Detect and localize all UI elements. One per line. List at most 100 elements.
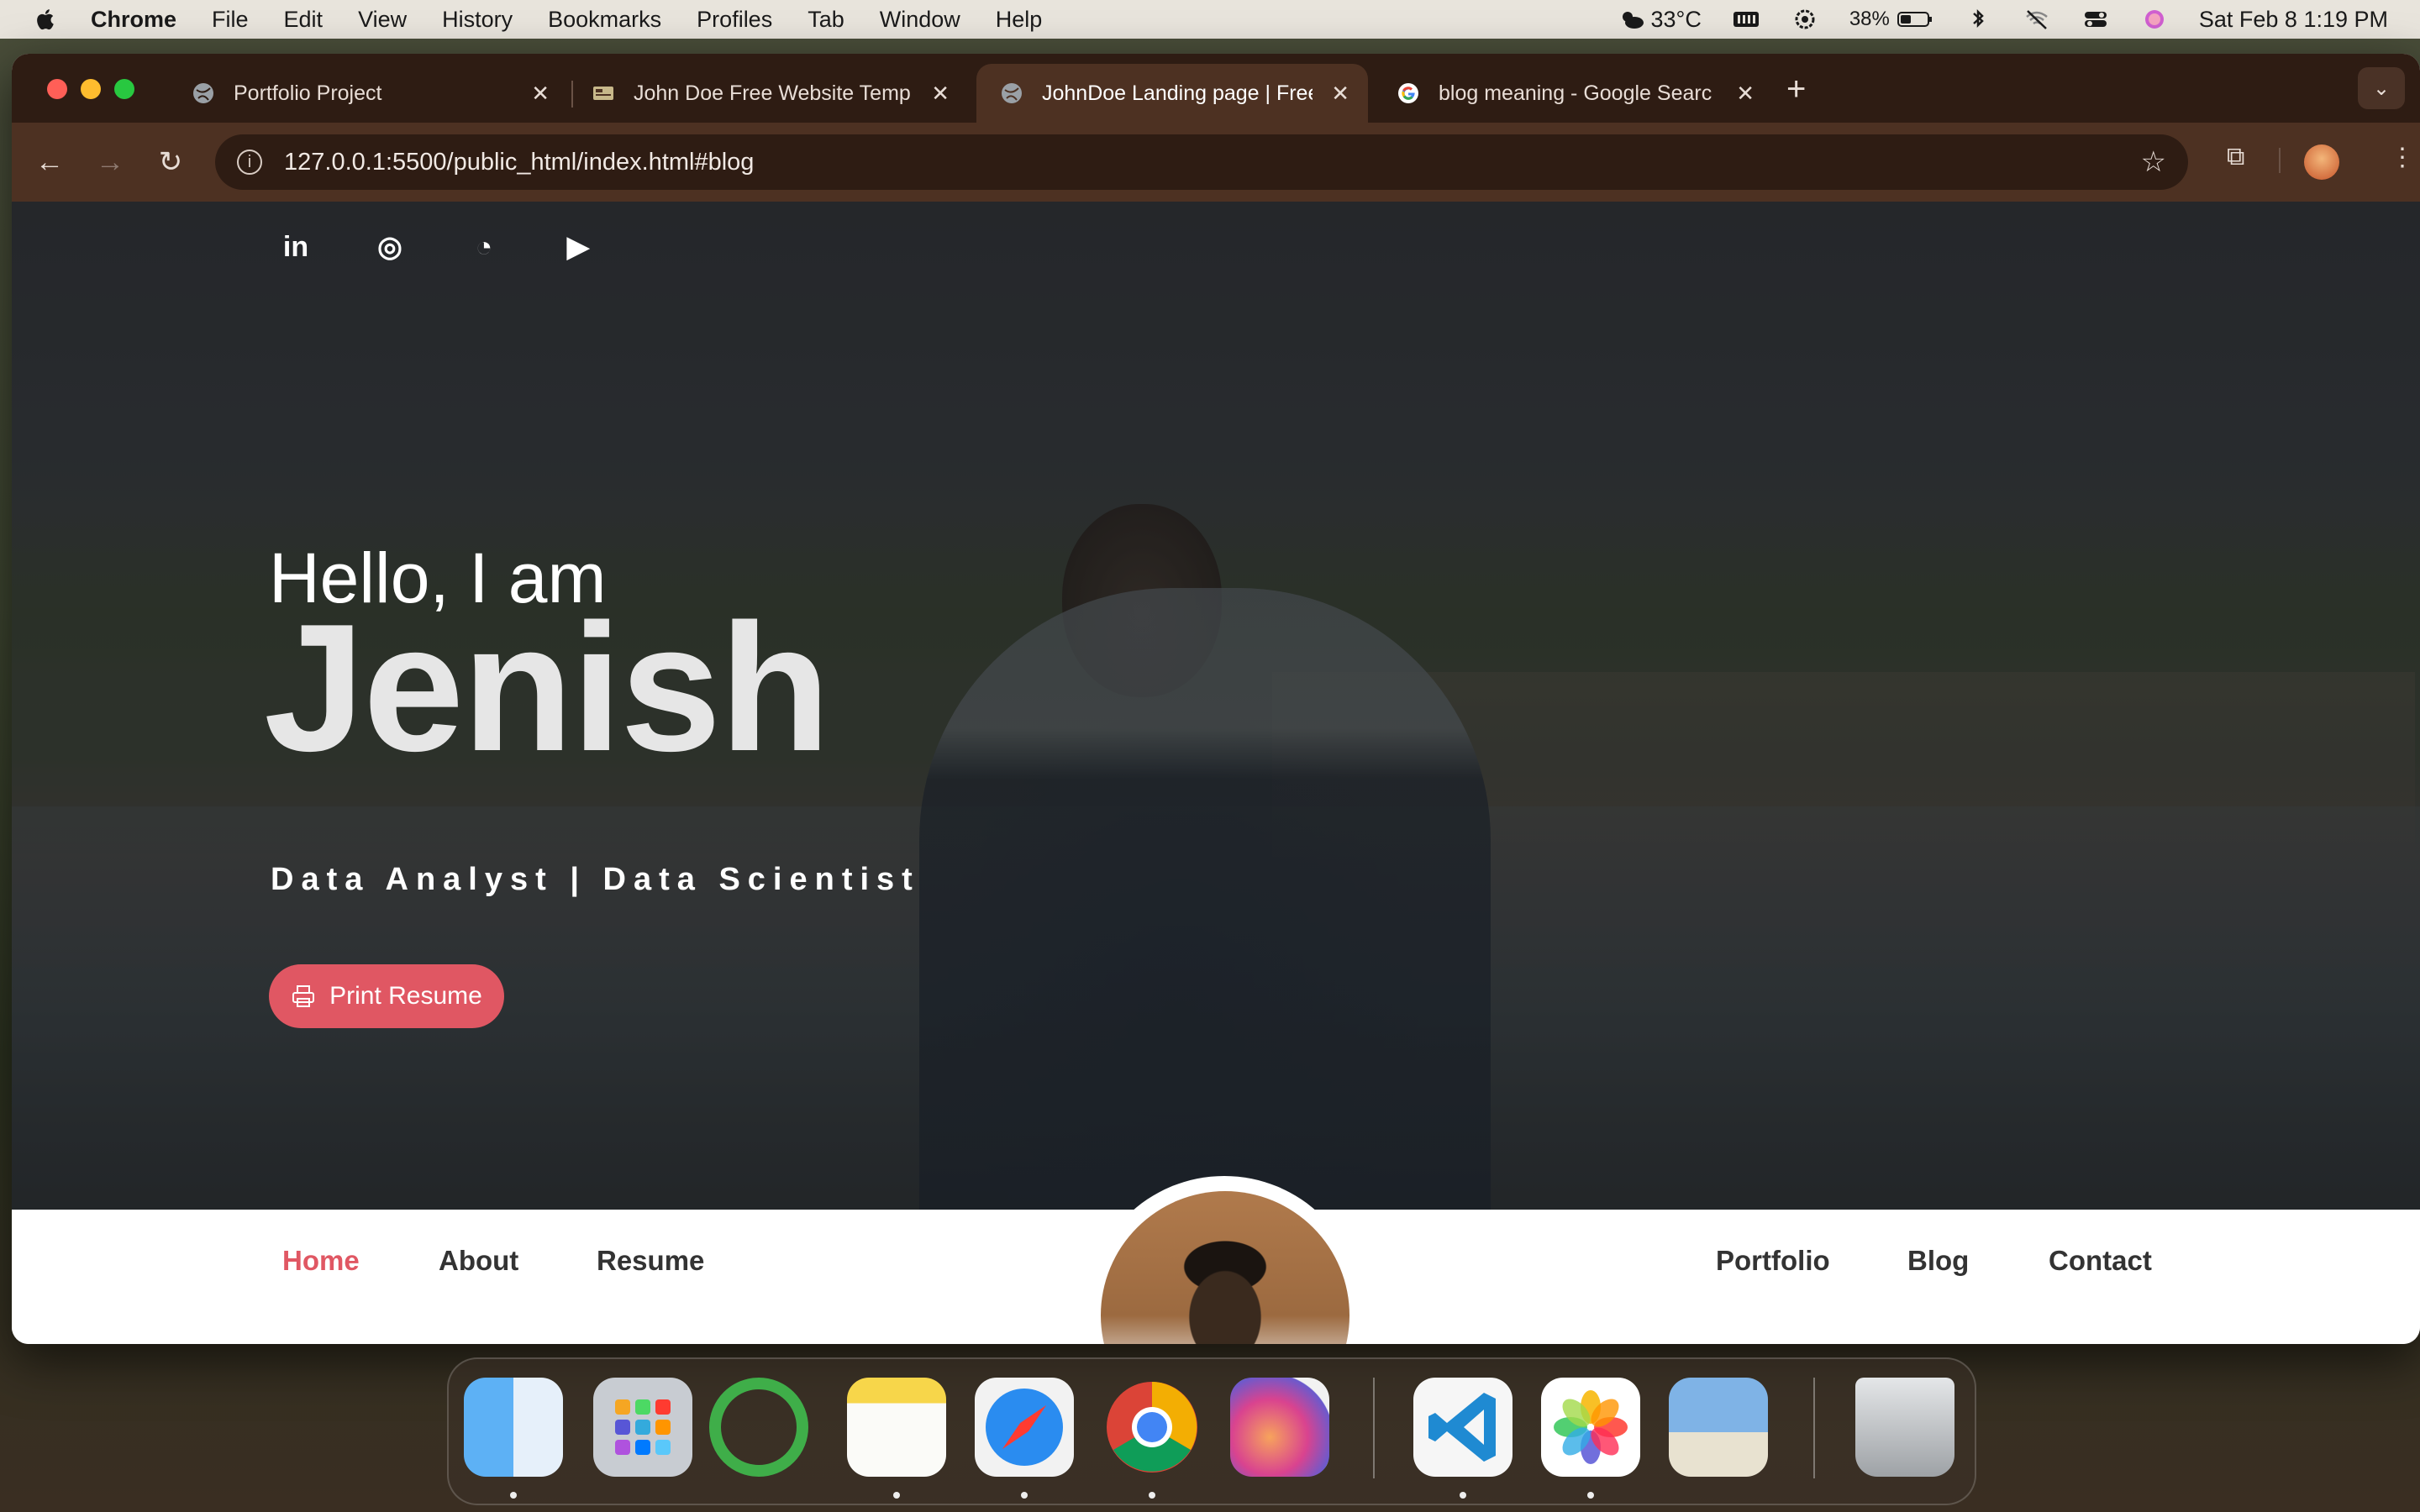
tab-title: Portfolio Project <box>234 81 382 105</box>
hero-section: in ◎ ◔ ▶ Hello, I am Jenish Data Analyst… <box>12 202 2420 1226</box>
globe-icon <box>1002 83 1022 103</box>
linkedin-icon[interactable]: in <box>279 230 313 264</box>
chrome-icon[interactable] <box>1102 1378 1202 1477</box>
extensions-icon[interactable]: ⧉ <box>2227 143 2244 171</box>
close-window-button[interactable] <box>47 79 67 99</box>
running-indicator <box>1149 1492 1155 1499</box>
dock-divider <box>1813 1378 1815 1478</box>
menu-view[interactable]: View <box>358 7 407 33</box>
browser-toolbar: ← → ↻ i 127.0.0.1:5500/public_html/index… <box>12 123 2420 202</box>
tab-john-doe-template[interactable]: John Doe Free Website Templ ✕ <box>568 64 968 123</box>
back-button[interactable]: ← <box>30 143 69 181</box>
running-indicator <box>1460 1492 1466 1499</box>
control-center-icon[interactable] <box>2081 8 2110 30</box>
running-indicator <box>510 1492 517 1499</box>
printer-icon <box>292 985 315 1007</box>
arrow-left-icon: ← <box>35 145 64 178</box>
profile-avatar[interactable] <box>2304 144 2339 180</box>
weather-temp: 33°C <box>1650 6 1702 32</box>
toolbar-divider <box>2279 148 2281 173</box>
more-menu-icon[interactable]: ⋮ <box>2390 143 2415 172</box>
tab-title: JohnDoe Landing page | Free <box>1042 81 1313 105</box>
battery-percent: 38% <box>1849 8 1890 30</box>
google-icon <box>1398 83 1418 103</box>
address-url[interactable]: 127.0.0.1:5500/public_html/index.html#bl… <box>284 149 754 176</box>
nav-portfolio[interactable]: Portfolio <box>1716 1245 1830 1277</box>
menu-bookmarks[interactable]: Bookmarks <box>548 7 661 33</box>
chevron-down-icon: ⌄ <box>2372 76 2391 100</box>
siri-icon[interactable] <box>2140 8 2169 30</box>
print-resume-button[interactable]: Print Resume <box>269 964 504 1028</box>
bookmark-star-icon[interactable]: ☆ <box>2141 145 2166 179</box>
minimize-window-button[interactable] <box>81 79 101 99</box>
weather-status[interactable]: 33°C <box>1618 7 1702 33</box>
tab-portfolio-project[interactable]: Portfolio Project ✕ <box>168 64 568 123</box>
nav-about[interactable]: About <box>439 1245 518 1277</box>
globe-icon <box>193 83 213 103</box>
reload-button[interactable]: ↻ <box>151 143 190 181</box>
browser-window: Portfolio Project ✕ John Doe Free Websit… <box>12 54 2420 1344</box>
menu-tab[interactable]: Tab <box>808 7 844 33</box>
bluetooth-icon[interactable] <box>1964 8 1992 30</box>
social-links: in ◎ ◔ ▶ <box>279 230 595 264</box>
activity-ring-icon[interactable] <box>709 1378 808 1477</box>
photos-icon[interactable] <box>1541 1378 1640 1477</box>
launchpad-icon[interactable] <box>593 1378 692 1477</box>
pixelmator-icon[interactable] <box>1230 1378 1329 1477</box>
address-bar[interactable]: i 127.0.0.1:5500/public_html/index.html#… <box>215 134 2188 190</box>
tab-title: blog meaning - Google Searc <box>1439 81 1712 105</box>
tab-blog-meaning-search[interactable]: blog meaning - Google Searc ✕ <box>1373 64 1773 123</box>
trash-icon[interactable] <box>1855 1378 1954 1477</box>
nav-home[interactable]: Home <box>282 1245 360 1277</box>
launchpad-grid <box>615 1399 671 1455</box>
preview-icon[interactable] <box>1669 1378 1768 1477</box>
battery-status[interactable]: 38% <box>1849 8 1933 31</box>
notes-icon[interactable] <box>847 1378 946 1477</box>
chrome-logo <box>1107 1382 1197 1473</box>
menu-app-name[interactable]: Chrome <box>91 7 176 33</box>
nav-blog[interactable]: Blog <box>1907 1245 1969 1277</box>
menu-edit[interactable]: Edit <box>284 7 324 33</box>
menu-profiles[interactable]: Profiles <box>697 7 772 33</box>
instagram-icon[interactable]: ◎ <box>373 230 407 264</box>
close-tab-icon[interactable]: ✕ <box>1331 81 1349 107</box>
status-area: 33°C 38% Sat Feb 8 1:19 PM <box>1618 0 2388 39</box>
running-indicator <box>1587 1492 1594 1499</box>
compass-icon <box>986 1389 1063 1466</box>
page-viewport: in ◎ ◔ ▶ Hello, I am Jenish Data Analyst… <box>12 202 2420 1344</box>
datetime[interactable]: Sat Feb 8 1:19 PM <box>2199 7 2388 33</box>
youtube-icon[interactable]: ▶ <box>561 230 595 264</box>
hero-name: Jenish <box>264 585 830 789</box>
hero-role: Data Analyst | Data Scientist <box>271 862 920 897</box>
close-tab-icon[interactable]: ✕ <box>931 81 950 107</box>
forward-button[interactable]: → <box>91 143 129 181</box>
finder-icon[interactable] <box>464 1378 563 1477</box>
arrow-right-icon: → <box>96 145 124 178</box>
memory-icon[interactable] <box>1732 8 1760 30</box>
new-tab-button[interactable]: + <box>1786 71 1806 108</box>
tab-johndoe-landing[interactable]: JohnDoe Landing page | Free ✕ <box>976 64 1368 123</box>
tab-title: John Doe Free Website Templ <box>634 81 911 105</box>
site-info-icon[interactable]: i <box>237 150 262 175</box>
zoom-window-button[interactable] <box>114 79 134 99</box>
dock-divider <box>1373 1378 1375 1478</box>
menu-history[interactable]: History <box>442 7 513 33</box>
nav-contact[interactable]: Contact <box>2049 1245 2152 1277</box>
photos-flower <box>1554 1390 1628 1464</box>
safari-icon[interactable] <box>975 1378 1074 1477</box>
vscode-icon[interactable] <box>1413 1378 1512 1477</box>
gear-icon[interactable] <box>1791 8 1819 30</box>
apple-logo-icon[interactable] <box>34 7 59 32</box>
menu-help[interactable]: Help <box>996 7 1043 33</box>
print-resume-label: Print Resume <box>329 982 482 1010</box>
menu-file[interactable]: File <box>212 7 249 33</box>
wifi-off-icon[interactable] <box>2023 8 2051 30</box>
close-tab-icon[interactable]: ✕ <box>1736 81 1754 107</box>
nav-resume[interactable]: Resume <box>597 1245 704 1277</box>
tab-search-button[interactable]: ⌄ <box>2358 67 2405 109</box>
template-icon <box>593 87 613 100</box>
github-icon[interactable]: ◔ <box>467 230 501 264</box>
vscode-logo <box>1428 1393 1496 1462</box>
close-tab-icon[interactable]: ✕ <box>531 81 550 107</box>
menu-window[interactable]: Window <box>880 7 960 33</box>
